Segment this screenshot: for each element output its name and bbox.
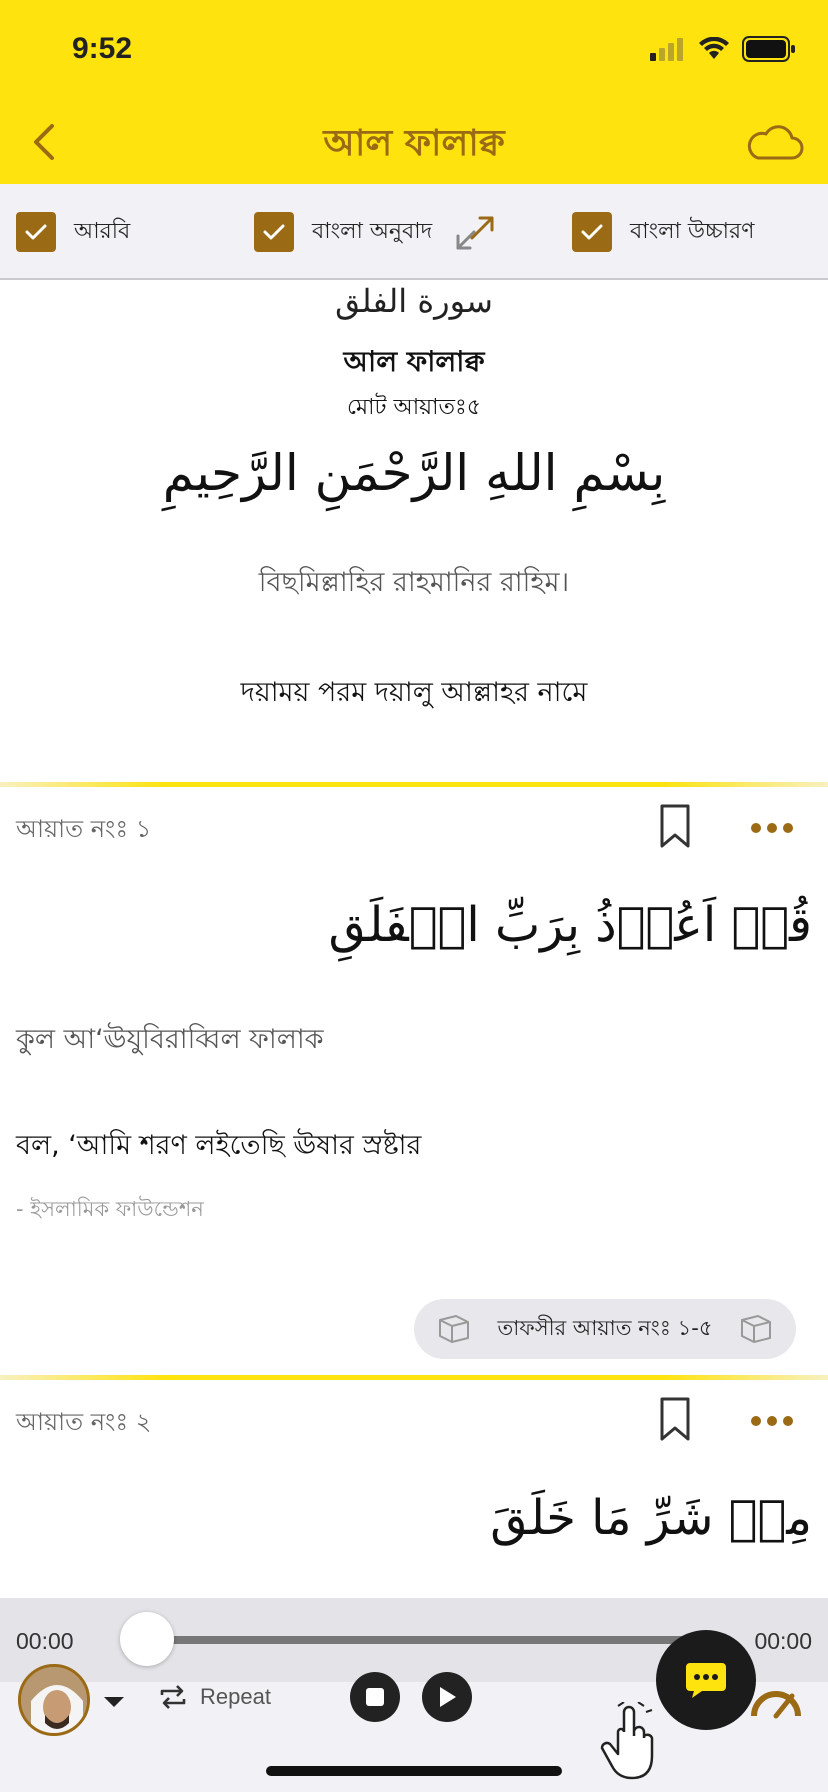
checkbox-bangla-pronunciation[interactable] [572,212,612,252]
repeat-icon [160,1685,186,1709]
play-icon [440,1687,456,1707]
tafsir-button[interactable]: তাফসীর আয়াত নংঃ ১-৫ [414,1299,796,1359]
toggle-bangla-pronunciation[interactable]: বাংলা উচ্চারণ [572,212,754,252]
toggle-bangla-pronunciation-label: বাংলা উচ্চারণ [630,218,755,244]
check-icon [263,224,285,240]
nav-bar: আল ফালাক্ব [0,100,828,184]
chevron-down-icon[interactable] [102,1694,126,1710]
speed-gauge-icon[interactable] [748,1682,804,1722]
wifi-icon [699,37,729,59]
checkbox-bangla-translation[interactable] [254,212,294,252]
chat-icon [686,1663,726,1698]
bismillah-transliteration: বিছমিল্লাহির রাহমানির রাহিম। [258,567,570,598]
status-bar: 9:52 [0,0,828,100]
ayah-source: - ইসলামিক ফাউন্ডেশন [16,1197,204,1221]
more-options-icon[interactable] [750,821,794,835]
surah-bangla-name: আল ফালাক্ব [343,345,485,378]
language-toggles: আরবি বাংলা অনুবাদ বাংলা উচ্চারণ [0,184,828,280]
swap-order-icon[interactable] [452,208,498,254]
ayah-card: আয়াত নংঃ ২ مِنۡ شَرِّ مَا خَلَقَ [0,1380,828,1598]
reciter-avatar-image [21,1667,87,1733]
time-total: 00:00 [754,1628,812,1654]
bismillah-arabic: بِسْمِ اللهِ الرَّحْمَنِ الرَّحِيمِ [162,444,666,502]
repeat-button[interactable]: Repeat [158,1682,271,1712]
surah-header: سورة الفلق আল ফালাক্ব মোট আয়াতঃ৫ بِسْمِ… [0,282,828,782]
toggle-bangla-translation-label: বাংলা অনুবাদ [312,218,433,244]
check-icon [25,224,47,240]
ayah-transliteration: কুল আ‘ঊযুবিরাব্বিল ফালাক [16,1024,324,1055]
bismillah-meaning: দয়াময় পরম দয়ালু আল্লাহর নামে [240,677,588,708]
toggle-bangla-translation[interactable]: বাংলা অনুবাদ [254,212,432,252]
reciter-avatar[interactable] [18,1664,90,1736]
more-options-icon[interactable] [750,1414,794,1428]
status-icons [650,36,796,62]
tafsir-label: তাফসীর আয়াত নংঃ ১-৫ [497,1315,713,1340]
stop-button[interactable] [350,1672,400,1722]
home-indicator [266,1766,562,1776]
battery-icon [742,36,795,62]
toggle-arabic-label: আরবি [74,218,131,244]
page-title: আল ফালাক্ব [323,123,505,164]
ayah-number: আয়াত নংঃ ১ [16,815,152,843]
cloud-icon[interactable] [744,120,804,164]
ayah-arabic: قُلۡ اَعُوۡذُ بِرَبِّ الۡفَلَقِ [328,897,812,953]
seek-bar[interactable] [146,1636,708,1644]
surah-arabic-name: سورة الفلق [335,282,493,320]
chat-button[interactable] [656,1630,756,1730]
time-elapsed: 00:00 [16,1628,74,1654]
bookmark-icon[interactable] [656,1396,694,1442]
stop-icon [366,1688,384,1706]
checkbox-arabic[interactable] [16,212,56,252]
ayah-card: আয়াত নংঃ ১ قُلۡ اَعُوۡذُ بِرَبِّ الۡفَل… [0,787,828,1375]
total-ayat: মোট আয়াতঃ৫ [346,395,481,420]
play-button[interactable] [422,1672,472,1722]
bookmark-icon[interactable] [656,803,694,849]
ayah-number: আয়াত নংঃ ২ [16,1408,152,1436]
ayah-arabic: مِنۡ شَرِّ مَا خَلَقَ [490,1490,812,1546]
check-icon [581,224,603,240]
book-icon [439,1315,469,1343]
repeat-label: Repeat [200,1684,271,1709]
book-icon [741,1315,771,1343]
seek-thumb[interactable] [120,1612,174,1666]
ayah-meaning: বল, ‘আমি শরণ লইতেছি ঊষার স্রষ্টার [16,1130,422,1161]
tap-gesture-icon [600,1702,654,1780]
status-time: 9:52 [72,32,133,65]
signal-icon [650,38,683,61]
toggle-arabic[interactable]: আরবি [16,212,130,252]
